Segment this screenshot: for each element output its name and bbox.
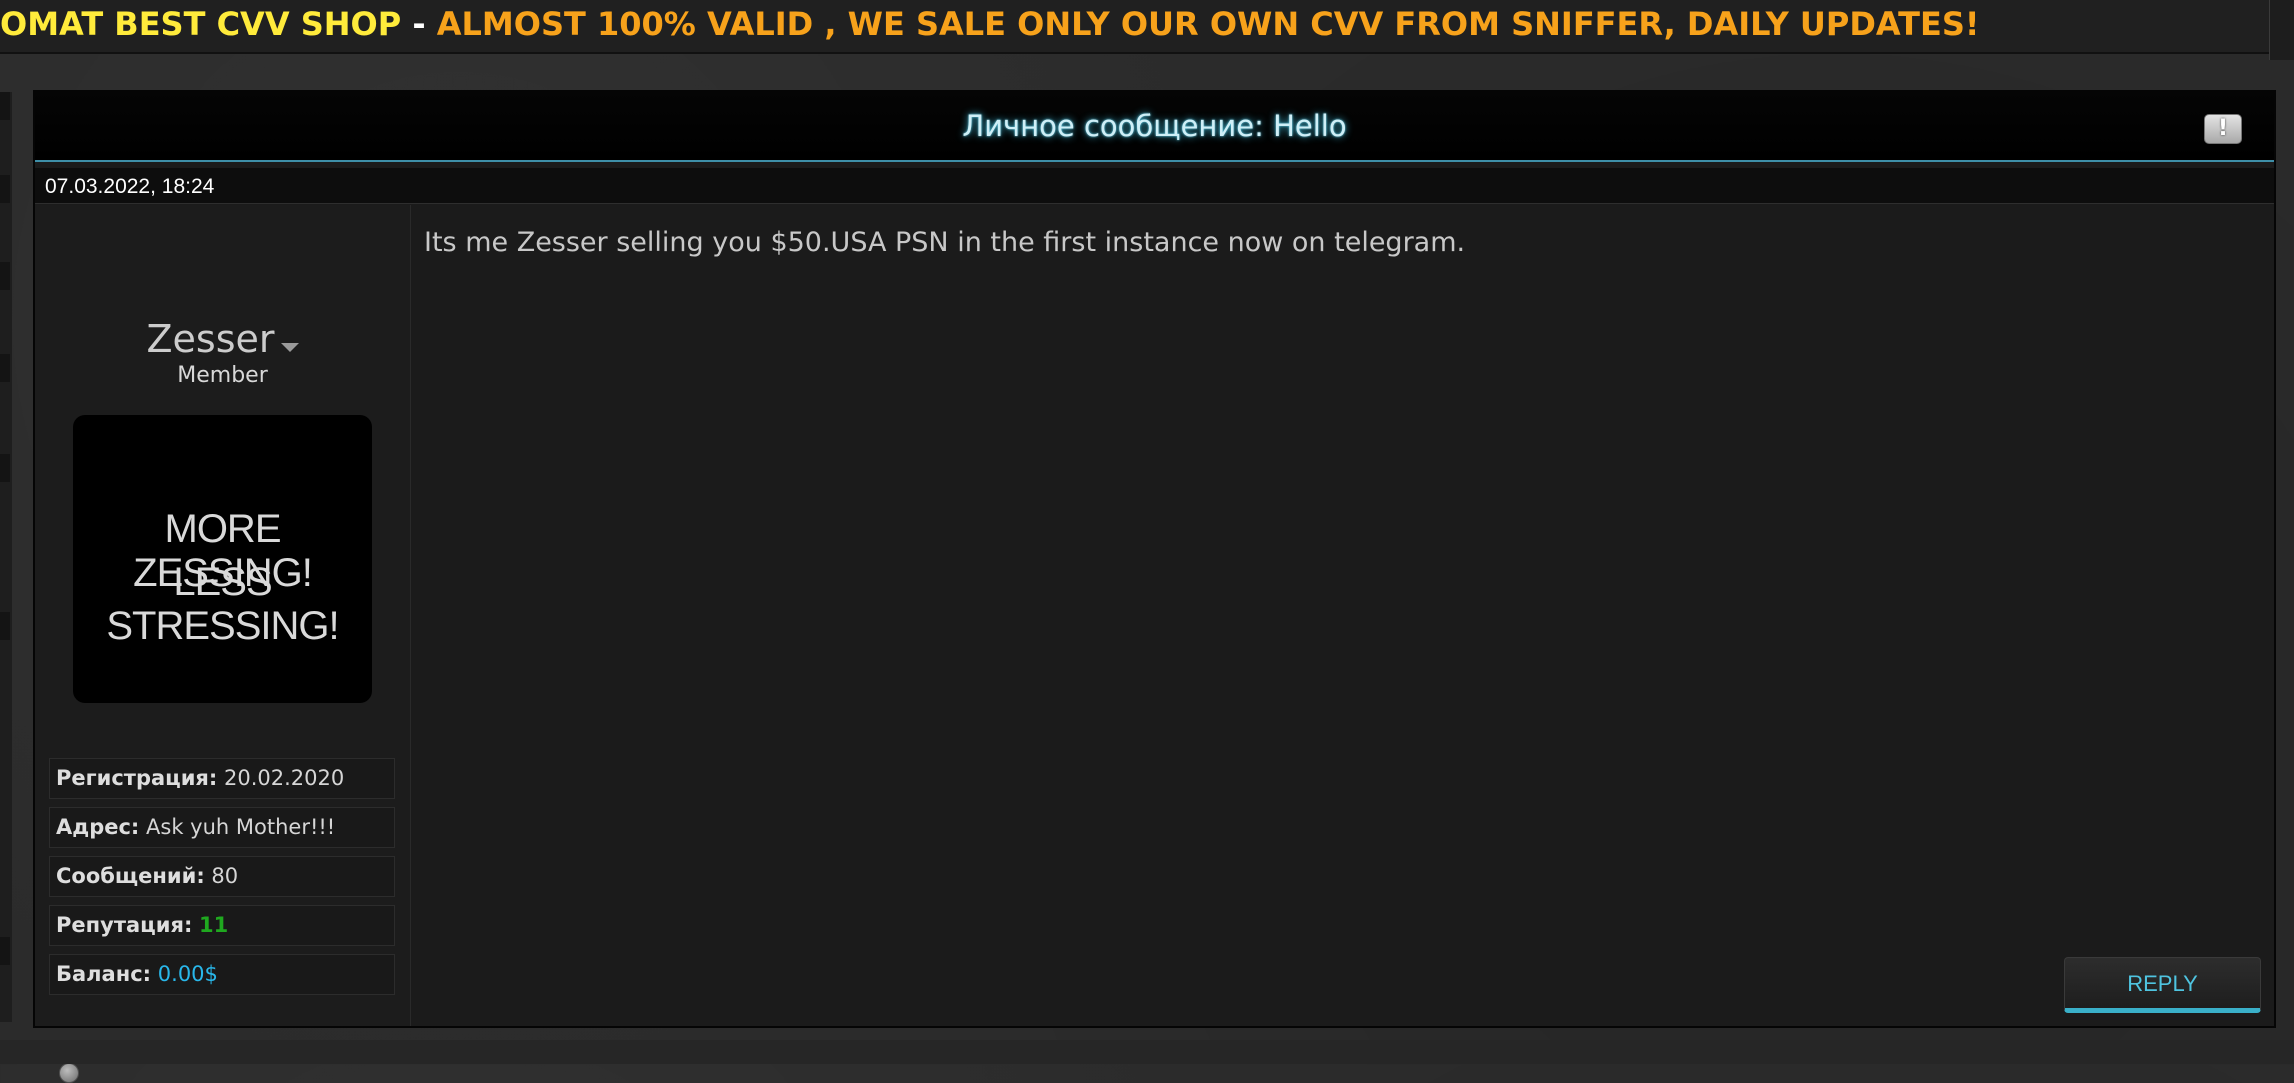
sidebar-edge-item[interactable] xyxy=(0,937,10,965)
right-edge-panel xyxy=(2269,0,2294,60)
user-info-column: Zesser Member MORE ZESSING! LESS STRESSI… xyxy=(35,205,411,1083)
user-stats-list: Регистрация: 20.02.2020 Адрес: Ask yuh M… xyxy=(49,758,395,1003)
page-title: Личное сообщение: Hello xyxy=(962,109,1347,143)
banner-shop-name: OMAT BEST CVV SHOP xyxy=(0,5,402,43)
sidebar-edge-item[interactable] xyxy=(0,92,10,120)
message-date: 07.03.2022, 18:24 xyxy=(45,175,215,198)
reputation-value[interactable]: 11 xyxy=(199,913,228,937)
username-row: Zesser xyxy=(35,317,410,361)
banner-text[interactable]: OMAT BEST CVV SHOP - ALMOST 100% VALID ,… xyxy=(0,4,1979,44)
user-role: Member xyxy=(177,363,268,388)
address-value: Ask yuh Mother!!! xyxy=(146,815,336,839)
page-footer-band xyxy=(0,1040,2294,1064)
report-button[interactable]: ! xyxy=(2204,114,2242,144)
banner-slogan: ALMOST 100% VALID , WE SALE ONLY OUR OWN… xyxy=(436,5,1980,43)
avatar-text-line-2: LESS STRESSING! xyxy=(106,560,339,648)
reputation-label: Репутация: xyxy=(56,913,193,937)
top-banner[interactable]: OMAT BEST CVV SHOP - ALMOST 100% VALID ,… xyxy=(0,0,2294,54)
reply-button[interactable]: REPLY xyxy=(2064,957,2261,1013)
sidebar-edge-item[interactable] xyxy=(0,612,10,640)
avatar[interactable]: MORE ZESSING! LESS STRESSING! xyxy=(73,415,372,703)
registration-row: Регистрация: 20.02.2020 xyxy=(49,758,395,799)
balance-value: 0.00$ xyxy=(157,962,218,986)
sidebar-edge-item[interactable] xyxy=(0,262,10,290)
balance-row: Баланс: 0.00$ xyxy=(49,954,395,995)
message-date-bar: 07.03.2022, 18:24 xyxy=(35,168,2274,204)
posts-value: 80 xyxy=(211,864,239,888)
message-header: Личное сообщение: Hello ! xyxy=(35,92,2274,162)
reply-button-label: REPLY xyxy=(2127,971,2198,996)
banner-separator: - xyxy=(401,5,437,43)
posts-row: Сообщений: 80 xyxy=(49,856,395,897)
status-dot-icon xyxy=(59,1063,79,1083)
chevron-down-icon[interactable] xyxy=(280,343,299,352)
posts-label: Сообщений: xyxy=(56,864,205,888)
private-message-panel: Личное сообщение: Hello ! 07.03.2022, 18… xyxy=(33,90,2276,1083)
balance-label: Баланс: xyxy=(56,962,152,986)
reputation-row: Репутация: 11 xyxy=(49,905,395,946)
report-icon: ! xyxy=(2217,116,2229,141)
address-label: Адрес: xyxy=(56,815,140,839)
registration-label: Регистрация: xyxy=(56,766,218,790)
sidebar-edge-item[interactable] xyxy=(0,454,10,482)
username-link[interactable]: Zesser xyxy=(146,317,274,361)
address-row: Адрес: Ask yuh Mother!!! xyxy=(49,807,395,848)
sidebar-edge-item[interactable] xyxy=(0,175,10,203)
registration-value: 20.02.2020 xyxy=(224,766,345,790)
left-sidebar-edge xyxy=(0,92,12,1022)
sidebar-edge-item[interactable] xyxy=(0,354,10,382)
message-body: Its me Zesser selling you $50.USA PSN in… xyxy=(424,227,1466,258)
